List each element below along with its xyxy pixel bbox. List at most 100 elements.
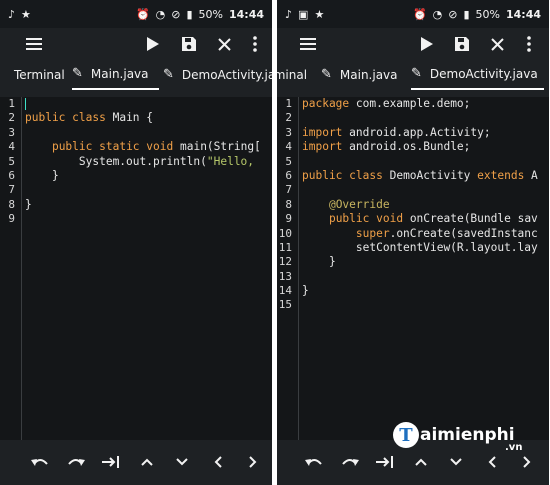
line-number: 2 (8, 111, 15, 125)
keyword: import (302, 125, 343, 139)
line-number: 13 (278, 269, 292, 283)
text-cursor (25, 98, 26, 110)
wifi-icon: ◔ (432, 7, 443, 21)
line-number: 3 (8, 125, 15, 139)
code-text: } (51, 168, 59, 182)
keyword: static (99, 140, 140, 154)
chevron-down-icon[interactable] (446, 452, 466, 472)
code-text: setContentView(R.layout.lay (355, 240, 538, 254)
battery-percent: 50% (198, 7, 223, 21)
line-number: 7 (8, 183, 15, 197)
line-number: 14 (278, 284, 292, 298)
run-icon[interactable] (417, 34, 437, 54)
chevron-right-icon[interactable] (517, 452, 537, 472)
keyword: void (146, 140, 174, 154)
tab-terminal[interactable]: rminal (277, 60, 307, 90)
watermark-name: aimienphi (420, 425, 515, 445)
code-line: public class Main { (25, 111, 272, 125)
code-area[interactable]: package com.example.demo; import android… (302, 97, 549, 313)
keyword: package (302, 97, 350, 110)
battery-icon: ▮ (463, 7, 470, 21)
code-line (25, 97, 272, 111)
tab-main-java[interactable]: ✎ Main.java (72, 60, 159, 90)
code-editor[interactable]: 123456789 public class Main { public sta… (0, 97, 272, 440)
edit-pencil-icon: ✎ (411, 66, 422, 81)
line-number: 12 (278, 255, 292, 269)
line-number: 2 (285, 111, 292, 125)
code-line: @Override (302, 198, 549, 212)
code-text: } (302, 284, 309, 298)
undo-icon[interactable] (304, 452, 324, 472)
line-number: 8 (285, 197, 292, 211)
right-screen: ♪ ▣ ★ ⏰ ◔ ⊘ ▮ 50% 14:44 rmi (277, 0, 549, 485)
code-line: } (302, 255, 549, 269)
code-line: import android.os.Bundle; (302, 140, 549, 154)
menu-icon[interactable] (24, 34, 44, 54)
save-icon[interactable] (452, 34, 472, 54)
menu-icon[interactable] (298, 34, 318, 54)
line-number: 10 (278, 226, 292, 240)
line-number: 9 (8, 212, 15, 226)
tab-label: rminal (277, 68, 308, 82)
code-line: public class DemoActivity extends A (302, 169, 549, 183)
battery-icon: ▮ (186, 7, 193, 21)
tab-indent-icon[interactable] (375, 452, 395, 472)
line-number: 5 (285, 154, 292, 168)
save-icon[interactable] (179, 34, 199, 54)
chevron-down-icon[interactable] (172, 452, 192, 472)
code-line: } (302, 284, 549, 298)
line-number: 6 (8, 168, 15, 182)
editor-actions-bar (0, 440, 272, 485)
chevron-up-icon[interactable] (411, 452, 431, 472)
code-text: DemoActivity (382, 168, 478, 182)
keyword: class (349, 168, 383, 182)
code-area[interactable]: public class Main { public static void m… (25, 97, 272, 227)
tab-label: Main.java (90, 67, 149, 81)
line-number-gutter: 1 2 3 4 5 6 7 8 9 10 11 12 13 14 15 (277, 97, 299, 440)
keyword: super (355, 226, 390, 240)
code-line: package com.example.demo; (302, 97, 549, 111)
close-icon[interactable] (214, 34, 234, 54)
status-bar: ♪ ▣ ★ ⏰ ◔ ⊘ ▮ 50% 14:44 (277, 0, 549, 28)
run-icon[interactable] (143, 34, 163, 54)
tab-demoactivity-java[interactable]: ✎ DemoActivity.java (163, 60, 272, 90)
star-icon: ★ (314, 7, 325, 21)
chevron-left-icon[interactable] (482, 452, 502, 472)
tab-label: Main.java (339, 68, 398, 82)
code-text: onCreate(Bundle sav (403, 212, 538, 226)
tab-indent-icon[interactable] (101, 452, 121, 472)
more-options-icon[interactable] (245, 34, 265, 54)
more-options-icon[interactable] (519, 34, 539, 54)
alarm-icon: ⏰ (135, 7, 150, 21)
redo-icon[interactable] (340, 452, 360, 472)
code-text: A (524, 168, 538, 182)
code-line: System.out.println("Hello, (25, 155, 272, 169)
line-number: 9 (285, 212, 292, 226)
file-tabs: Terminal ✎ Main.java ✎ DemoActivity.java (0, 60, 272, 90)
edit-pencil-icon: ✎ (72, 66, 83, 81)
redo-icon[interactable] (66, 452, 86, 472)
chevron-right-icon[interactable] (243, 452, 263, 472)
line-number: 6 (285, 168, 292, 182)
chevron-left-icon[interactable] (208, 452, 228, 472)
chevron-up-icon[interactable] (137, 452, 157, 472)
code-line: public void onCreate(Bundle sav (302, 212, 549, 226)
mute-icon: ⊘ (448, 7, 458, 21)
code-text: android.os.Bundle; (342, 140, 471, 154)
code-editor[interactable]: 1 2 3 4 5 6 7 8 9 10 11 12 13 14 15 package com.exampl… (277, 97, 549, 440)
line-number: 4 (8, 140, 15, 154)
keyword: public (328, 212, 370, 226)
line-number: 1 (8, 97, 15, 110)
tab-demoactivity-java[interactable]: ✎ DemoActivity.java (411, 60, 544, 90)
keyword: extends (477, 168, 525, 182)
tab-terminal[interactable]: Terminal (14, 60, 65, 90)
close-icon[interactable] (487, 34, 507, 54)
keyword: public (25, 111, 66, 125)
tab-label: DemoActivity.java (181, 68, 272, 82)
tab-main-java[interactable]: ✎ Main.java (321, 60, 398, 90)
keyword: void (376, 212, 404, 226)
code-line: import android.app.Activity; (302, 126, 549, 140)
undo-icon[interactable] (30, 452, 50, 472)
